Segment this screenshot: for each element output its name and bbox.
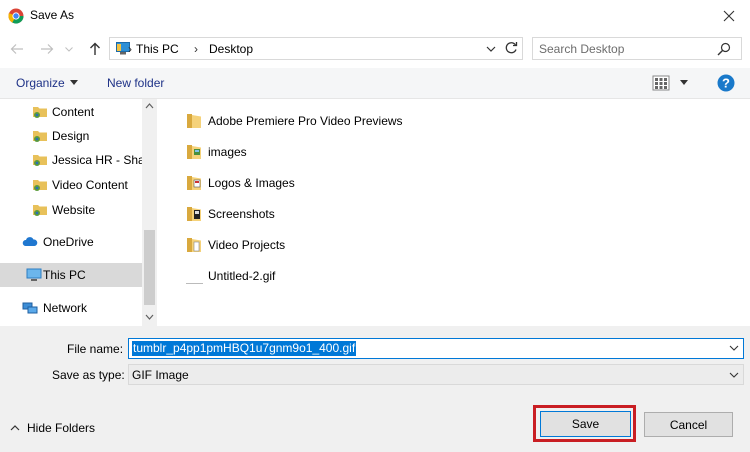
breadcrumb-desktop[interactable]: Desktop (209, 42, 253, 56)
file-name: Screenshots (208, 207, 275, 221)
cancel-button[interactable]: Cancel (644, 412, 733, 437)
save-type-select[interactable]: GIF Image (128, 364, 744, 385)
folder-icon (187, 176, 201, 190)
nav-item-label: Jessica HR - Shar (52, 153, 142, 167)
nav-item-label: Video Content (52, 178, 128, 192)
save-button[interactable]: Save (540, 411, 631, 437)
arrow-left-icon (10, 44, 23, 54)
back-button[interactable] (6, 38, 28, 60)
file-name: Adobe Premiere Pro Video Previews (208, 114, 403, 128)
shared-folder-icon (33, 155, 47, 166)
image-file-icon (186, 283, 203, 284)
list-item[interactable]: Untitled-2.gif (182, 264, 482, 288)
nav-item-label: Content (52, 105, 95, 119)
list-item[interactable]: Video Projects (182, 233, 482, 257)
address-bar[interactable]: › This PC › Desktop (109, 37, 523, 60)
caret-down-icon[interactable] (680, 80, 688, 85)
nav-item-onedrive[interactable]: OneDrive (0, 230, 142, 254)
scrollbar-thumb[interactable] (144, 230, 155, 305)
navigation-pane: Content Design Jessica HR - Shar Video C… (0, 99, 157, 326)
command-bar: Organize New folder ? (0, 68, 750, 99)
hide-folders-button[interactable]: Hide Folders (27, 421, 95, 435)
window-title: Save As (30, 8, 75, 22)
chrome-icon (8, 8, 24, 24)
nav-item-content[interactable]: Content (0, 100, 142, 124)
chevron-down-icon[interactable] (729, 371, 739, 379)
nav-item-this-pc[interactable]: This PC (0, 263, 142, 287)
breadcrumb-separator: › (128, 42, 132, 56)
file-name: Video Projects (208, 238, 286, 252)
breadcrumb-separator[interactable]: › (194, 42, 198, 56)
organize-button[interactable]: Organize (16, 76, 65, 90)
search-input[interactable] (539, 41, 709, 56)
save-type-value: GIF Image (132, 368, 189, 382)
folder-icon (187, 238, 201, 252)
nav-item-label: Design (52, 129, 90, 143)
help-icon[interactable]: ? (717, 74, 735, 92)
new-folder-button[interactable]: New folder (107, 76, 164, 90)
forward-button[interactable] (36, 38, 58, 60)
svg-text:?: ? (722, 76, 730, 91)
file-name-input[interactable]: tumblr_p4pp1pmHBQ1u7gnm9o1_400.gif (132, 341, 357, 356)
close-icon (723, 10, 735, 22)
close-button[interactable] (716, 4, 742, 28)
list-item[interactable]: Adobe Premiere Pro Video Previews (182, 109, 482, 133)
shared-folder-icon (33, 205, 47, 216)
shared-folder-icon (33, 180, 47, 191)
nav-item-label: Network (43, 301, 88, 315)
file-name-label: File name: (67, 342, 124, 356)
nav-item-label: Website (52, 203, 96, 217)
folder-icon (187, 145, 201, 159)
recent-locations-button[interactable] (62, 38, 76, 60)
list-item[interactable]: Screenshots (182, 202, 482, 226)
shared-folder-icon (33, 131, 47, 142)
view-options-icon[interactable] (652, 74, 670, 92)
nav-item-label: This PC (43, 268, 86, 282)
chevron-up-icon[interactable] (144, 101, 155, 111)
file-name-field[interactable]: tumblr_p4pp1pmHBQ1u7gnm9o1_400.gif (128, 338, 744, 359)
chevron-down-icon[interactable] (729, 344, 739, 352)
chevron-down-icon (65, 46, 73, 52)
search-icon[interactable] (717, 42, 731, 56)
chevron-down-icon[interactable] (484, 42, 498, 56)
file-name: Logos & Images (208, 176, 295, 190)
refresh-icon[interactable] (503, 40, 519, 56)
save-type-label: Save as type: (52, 368, 125, 382)
computer-icon (26, 268, 42, 281)
caret-down-icon[interactable] (70, 80, 78, 85)
nav-item-label: OneDrive (43, 235, 94, 249)
up-button[interactable] (84, 38, 106, 60)
breadcrumb-this-pc[interactable]: This PC (136, 42, 179, 56)
cloud-icon (22, 237, 38, 246)
search-box[interactable] (532, 37, 742, 60)
folder-icon (187, 207, 201, 221)
nav-item-video-content[interactable]: Video Content (0, 173, 142, 197)
list-item[interactable]: Logos & Images (182, 171, 482, 195)
arrow-up-icon (90, 42, 100, 55)
nav-item-network[interactable]: Network (0, 296, 142, 320)
arrow-right-icon (41, 44, 54, 54)
save-button-label: Save (571, 417, 600, 431)
nav-item-design[interactable]: Design (0, 124, 142, 148)
shared-folder-icon (33, 107, 47, 118)
nav-item-jessica-hr[interactable]: Jessica HR - Shar (0, 148, 142, 172)
file-name: images (208, 145, 247, 159)
chevron-up-icon[interactable] (10, 424, 20, 432)
nav-item-website[interactable]: Website (0, 198, 142, 222)
cancel-button-label: Cancel (669, 417, 708, 432)
file-name: Untitled-2.gif (208, 269, 276, 283)
network-icon (22, 302, 38, 314)
list-item[interactable]: images (182, 140, 482, 164)
chevron-down-icon[interactable] (144, 312, 155, 322)
title-bar: Save As (0, 0, 750, 32)
folder-icon (187, 114, 201, 128)
